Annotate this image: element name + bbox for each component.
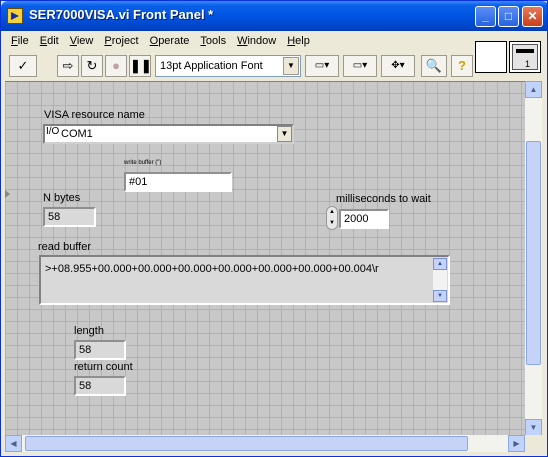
horizontal-scroll-thumb[interactable] (25, 436, 468, 451)
scroll-down-icon[interactable]: ▼ (525, 419, 542, 436)
length-label: length (74, 325, 104, 337)
read-buffer-value: >+08.955+00.000+00.000+00.000+00.000+00.… (45, 263, 379, 275)
visa-resource-label: VISA resource name (44, 109, 145, 121)
pause-icon[interactable]: ❚❚ (129, 55, 152, 77)
write-buffer-label: write buffer (") (124, 160, 162, 166)
menu-project[interactable]: Project (98, 33, 143, 51)
read-buffer-indicator: >+08.955+00.000+00.000+00.000+00.000+00.… (39, 255, 450, 305)
front-panel[interactable]: VISA resource name I/O COM1 ▼ write buff… (5, 81, 525, 435)
timeout-input[interactable]: 2000 (339, 209, 389, 229)
chevron-down-icon[interactable]: ▼ (283, 57, 299, 75)
vi-icon-pane[interactable] (475, 41, 507, 73)
vertical-scroll-thumb[interactable] (526, 141, 541, 365)
connector-terminal (516, 49, 534, 53)
n-bytes-label: N bytes (43, 192, 81, 204)
menu-window[interactable]: Window (231, 33, 281, 51)
read-buffer-scrollbar[interactable]: ▲ ▼ (433, 258, 447, 302)
menu-file[interactable]: File (5, 33, 34, 51)
run-button[interactable]: ✓ (9, 55, 37, 77)
labview-front-panel-window: SER7000VISA.vi Front Panel * _ □ ✕ File … (0, 0, 548, 457)
read-buffer-label: read buffer (38, 241, 92, 253)
n-bytes-value: 58 (43, 207, 96, 227)
visa-io-icon: I/O (46, 126, 60, 137)
panel-edge-marker-icon (5, 190, 10, 198)
chevron-down-icon[interactable]: ▼ (277, 126, 292, 142)
visa-resource-value: COM1 (61, 128, 93, 140)
menu-view[interactable]: View (64, 33, 99, 51)
scroll-up-icon[interactable]: ▲ (433, 258, 447, 270)
run-arrow-icon[interactable]: ⇨ (57, 55, 79, 77)
menu-bar: File Edit View Project Operate Tools Win… (5, 33, 315, 51)
maximize-button[interactable]: □ (498, 6, 519, 27)
scroll-right-icon[interactable]: ▶ (508, 435, 525, 452)
abort-icon[interactable]: ● (105, 55, 127, 77)
visa-resource-control[interactable]: I/O COM1 ▼ (43, 124, 294, 144)
font-select[interactable]: 13pt Application Font ▼ (155, 55, 301, 77)
menu-tools[interactable]: Tools (194, 33, 231, 51)
connector-pane-icon: 1 (512, 44, 538, 70)
align-objects-icon[interactable]: ▭▾ (305, 55, 339, 77)
vertical-scrollbar[interactable]: ▲ ▼ (525, 81, 542, 436)
write-buffer-input[interactable]: #01 (124, 172, 232, 192)
search-icon[interactable]: 🔍 (421, 55, 447, 77)
connector-pane[interactable]: 1 (509, 41, 541, 73)
labview-vi-icon[interactable] (7, 8, 23, 24)
run-continuously-icon[interactable]: ↻ (81, 55, 103, 77)
close-button[interactable]: ✕ (522, 6, 543, 27)
font-select-value: 13pt Application Font (160, 60, 263, 72)
timeout-label: milliseconds to wait (336, 193, 431, 205)
length-value: 58 (74, 340, 126, 360)
distribute-objects-icon[interactable]: ▭▾ (343, 55, 377, 77)
scroll-left-icon[interactable]: ◀ (5, 435, 22, 452)
scroll-down-icon[interactable]: ▼ (433, 290, 447, 302)
menu-help[interactable]: Help (281, 33, 315, 51)
menu-edit[interactable]: Edit (34, 33, 64, 51)
return-count-label: return count (74, 361, 133, 373)
scroll-up-icon[interactable]: ▲ (525, 81, 542, 98)
help-icon[interactable]: ? (451, 55, 473, 77)
return-count-value: 58 (74, 376, 126, 396)
window-title: SER7000VISA.vi Front Panel * (29, 7, 214, 22)
increment-decrement-icon[interactable]: ▲ ▼ (326, 206, 338, 230)
toolbar: ✓ ⇨ ↻ ● ❚❚ 13pt Application Font ▼ ▭▾ ▭▾… (5, 53, 475, 79)
connector-pane-number: 1 (525, 59, 531, 69)
reorder-icon[interactable]: ✥▾ (381, 55, 415, 77)
title-bar[interactable]: SER7000VISA.vi Front Panel * _ □ ✕ (1, 1, 547, 31)
resize-grip[interactable] (525, 435, 542, 452)
minimize-button[interactable]: _ (475, 6, 496, 27)
horizontal-scrollbar[interactable]: ◀ ▶ (5, 435, 525, 452)
menu-operate[interactable]: Operate (144, 33, 195, 51)
